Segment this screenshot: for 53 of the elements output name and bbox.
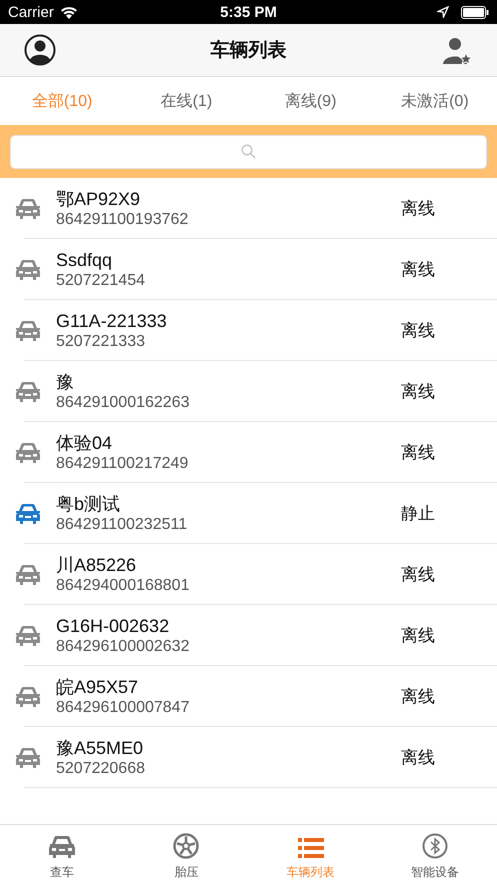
vehicle-name: 体验04	[56, 432, 114, 454]
vehicle-row[interactable]: 皖A95X57 864296100007847 离线	[0, 666, 497, 727]
vehicle-name: G16H-002632	[56, 616, 170, 636]
device-id: 864291100232511	[56, 514, 188, 534]
vehicle-row[interactable]: G11A-221333 5207221333 离线	[0, 300, 497, 361]
device-id: 864291000162263	[56, 392, 190, 412]
device-id: 864294000168801	[56, 576, 190, 594]
vehicle-row[interactable]: Ssdfqq 5207221454 离线	[0, 239, 497, 300]
device-id: 864296100007847	[56, 698, 190, 716]
car-icon	[48, 835, 76, 859]
vehicle-row[interactable]: 粤b测试 864291100232511 静止	[0, 483, 497, 544]
vehicle-name: Ssdfqq	[56, 250, 114, 270]
carrier-label: Carrier	[8, 4, 54, 20]
device-id: 5207221333	[56, 332, 146, 350]
vehicle-status: 离线	[401, 686, 436, 708]
vehicle-name: 皖A95X57	[56, 676, 140, 698]
vehicle-row[interactable]: G16H-002632 864296100002632 离线	[0, 605, 497, 666]
device-id: 864291100217249	[56, 454, 190, 472]
battery-icon	[460, 6, 489, 18]
device-id: 864291100193762	[56, 210, 190, 228]
vehicle-status: 离线	[401, 564, 436, 586]
vehicle-row[interactable]: 豫 864291000162263 离线	[0, 361, 497, 422]
list-icon	[298, 837, 324, 859]
vehicle-row[interactable]: 鄂AP92X9 864291100193762 离线	[0, 178, 497, 239]
vehicle-name: 粤b测试	[56, 494, 122, 514]
wifi-icon	[60, 6, 78, 18]
location-icon	[436, 6, 449, 18]
vehicle-status: 离线	[401, 198, 436, 220]
bluetooth-icon	[422, 833, 448, 859]
vehicle-status: 静止	[401, 503, 436, 525]
vehicle-status: 离线	[401, 747, 436, 769]
vehicle-status: 离线	[401, 442, 436, 464]
device-id: 5207221454	[56, 270, 146, 290]
device-id: 5207220668	[56, 758, 146, 778]
vehicle-name: 豫	[56, 372, 75, 392]
search-field[interactable]	[10, 134, 487, 168]
vehicle-name: 豫A55ME0	[56, 738, 144, 758]
vehicle-row[interactable]: 豫A55ME0 5207220668 离线	[0, 727, 497, 788]
page-title: 车辆列表	[210, 38, 286, 63]
vehicle-row[interactable]: 体验04 864291100217249 离线	[0, 422, 497, 483]
profile-icon[interactable]	[24, 34, 56, 66]
vehicle-name: G11A-221333	[56, 310, 168, 332]
device-id: 864296100002632	[56, 636, 190, 656]
vehicle-status: 离线	[401, 625, 436, 647]
wheel-icon	[173, 833, 200, 859]
vehicle-status: 离线	[401, 320, 436, 342]
clock-time: 5:35 PM	[220, 4, 277, 20]
vehicle-row[interactable]: 川A85226 864294000168801 离线	[0, 544, 497, 605]
vehicle-name: 鄂AP92X9	[56, 188, 142, 210]
vehicle-name: 川A85226	[56, 554, 138, 576]
search-icon	[241, 144, 256, 159]
vehicle-status: 离线	[401, 381, 436, 403]
vehicle-status: 离线	[401, 259, 436, 281]
